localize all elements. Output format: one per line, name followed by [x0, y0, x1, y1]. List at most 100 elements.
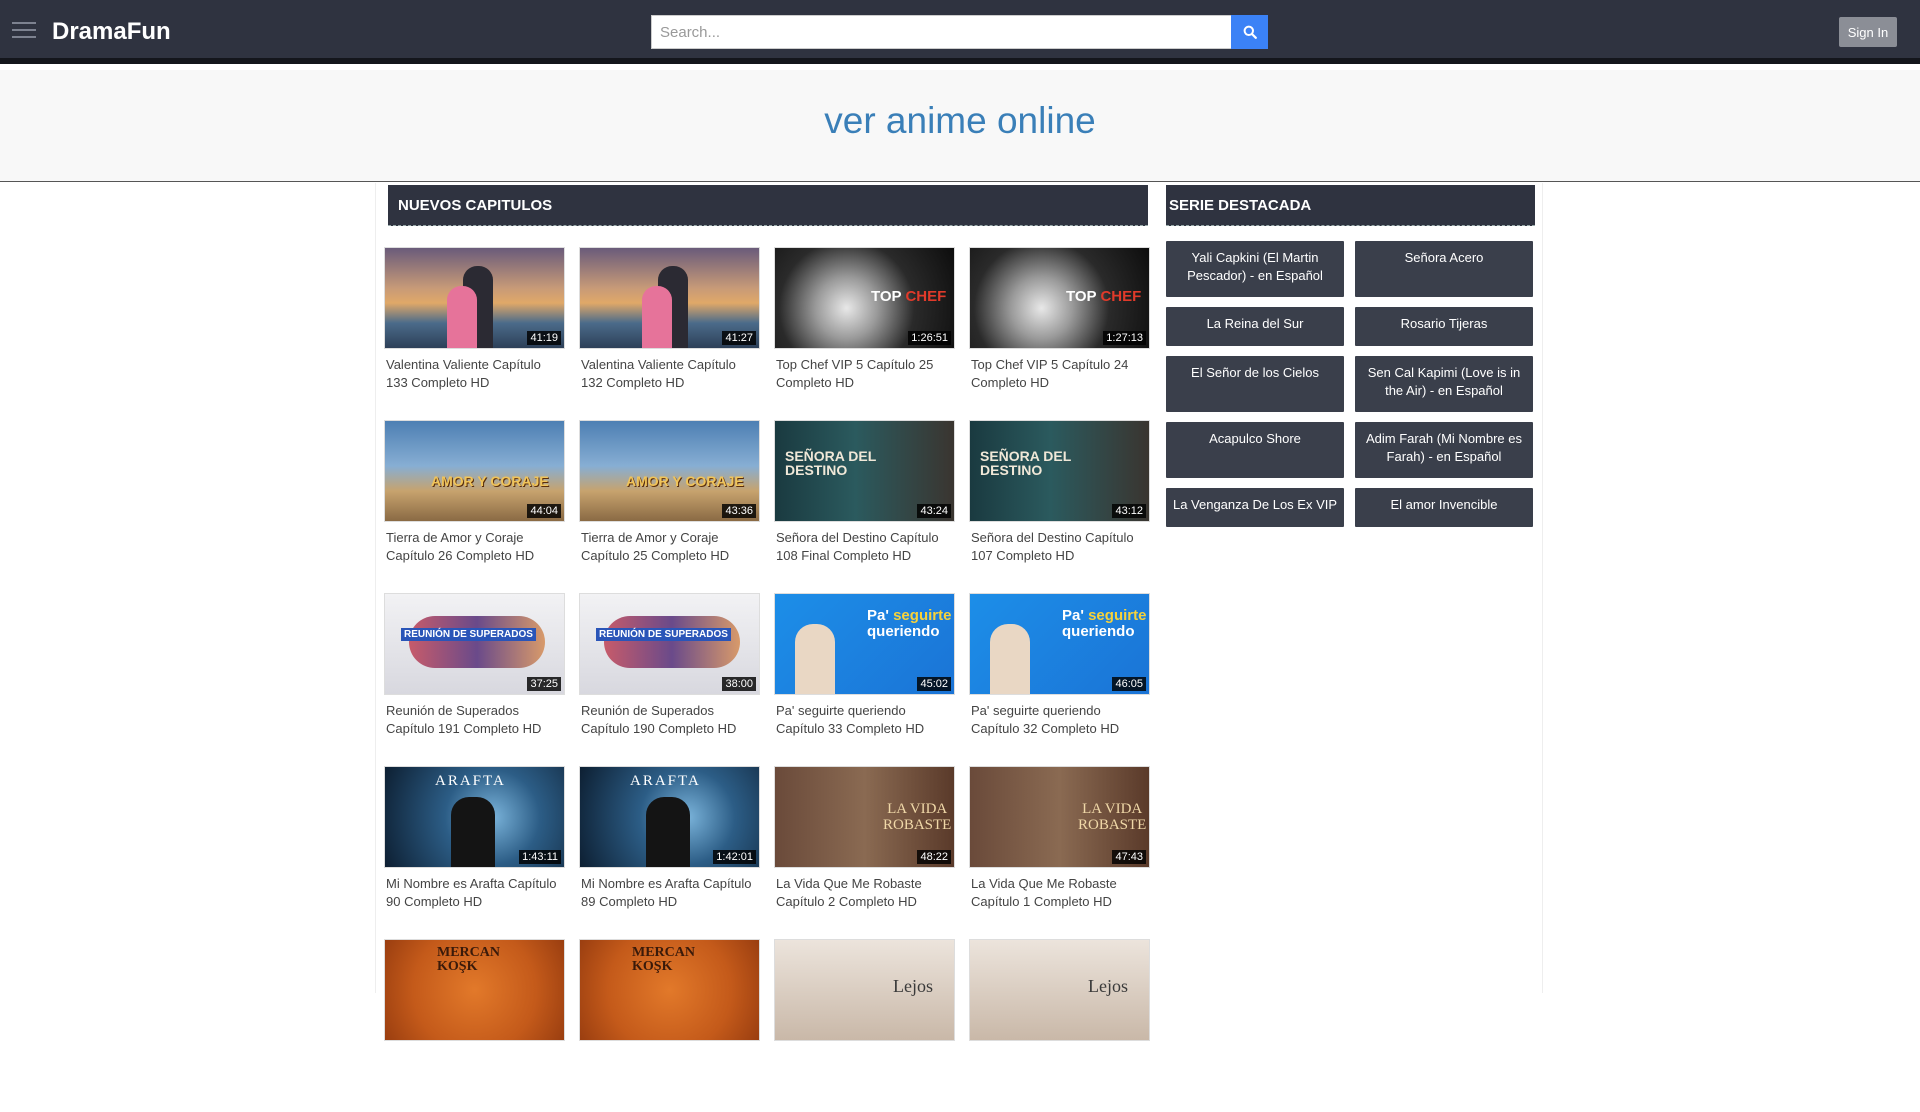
episode-thumbnail[interactable]: REUNIÓN DE SUPERADOS 38:00 [579, 593, 760, 695]
series-link[interactable]: Acapulco Shore [1166, 422, 1344, 478]
hero-banner: ver anime online [0, 70, 1920, 182]
episode-thumbnail[interactable]: MERCAN KOŞK [384, 939, 565, 1041]
episode-title[interactable]: Top Chef VIP 5 Capítulo 24 Completo HD [969, 356, 1147, 392]
episode-thumbnail[interactable]: Pa' seguirte queriendo 45:02 [774, 593, 955, 695]
episode-title[interactable]: Señora del Destino Capítulo 107 Completo… [969, 529, 1147, 565]
episode-card[interactable]: AMOR Y CORAJE 43:36 Tierra de Amor y Cor… [579, 420, 760, 593]
series-link[interactable]: La Reina del Sur [1166, 307, 1344, 346]
top-navbar: DramaFun Sign In [0, 0, 1920, 64]
episode-card[interactable]: SEÑORA DEL DESTINO 43:24 Señora del Desti… [774, 420, 955, 593]
episode-thumbnail[interactable]: Pa' seguirte queriendo 46:05 [969, 593, 1150, 695]
new-episodes-heading: NUEVOS CAPITULOS [388, 185, 1148, 226]
series-link[interactable]: El Señor de los Cielos [1166, 356, 1344, 412]
episode-title[interactable]: Tierra de Amor y Coraje Capítulo 25 Comp… [579, 529, 757, 565]
episode-card[interactable]: Pa' seguirte queriendo 45:02 Pa' seguirte… [774, 593, 955, 766]
episode-thumbnail[interactable]: SEÑORA DEL DESTINO 43:24 [774, 420, 955, 522]
episode-thumbnail[interactable]: 41:27 [579, 247, 760, 349]
duration-badge: 46:05 [1112, 677, 1146, 691]
series-link[interactable]: Adim Farah (Mi Nombre es Farah) - en Esp… [1355, 422, 1533, 478]
episode-thumbnail[interactable]: TOP CHEF 1:27:13 [969, 247, 1150, 349]
episode-title[interactable]: Tierra de Amor y Coraje Capítulo 26 Comp… [384, 529, 562, 565]
featured-sidebar: SERIE DESTACADA Yali Capkini (El Martin … [1153, 183, 1543, 993]
episode-title[interactable]: Señora del Destino Capítulo 108 Final Co… [774, 529, 952, 565]
sign-in-button[interactable]: Sign In [1839, 17, 1897, 47]
banner-title[interactable]: ver anime online [0, 100, 1920, 142]
episode-title[interactable]: Valentina Valiente Capítulo 133 Completo… [384, 356, 562, 392]
episode-thumbnail[interactable]: REUNIÓN DE SUPERADOS 37:25 [384, 593, 565, 695]
duration-badge: 47:43 [1112, 850, 1146, 864]
episode-card[interactable]: MERCAN KOŞK [384, 939, 565, 1112]
episode-card[interactable]: ARAFTA 1:42:01 Mi Nombre es Arafta Capít… [579, 766, 760, 939]
thumbnail-image: MERCAN KOŞK [580, 940, 759, 1040]
series-link[interactable]: La Venganza De Los Ex VIP [1166, 488, 1344, 527]
search-bar [651, 15, 1268, 49]
episode-title[interactable]: Reunión de Superados Capítulo 191 Comple… [384, 702, 562, 738]
search-button[interactable] [1231, 15, 1268, 49]
episode-thumbnail[interactable]: AMOR Y CORAJE 44:04 [384, 420, 565, 522]
duration-badge: 45:02 [917, 677, 951, 691]
duration-badge: 43:12 [1112, 504, 1146, 518]
thumbnail-logo-text: ARAFTA [435, 773, 506, 789]
thumbnail-logo-text: REUNIÓN DE SUPERADOS [401, 628, 536, 641]
episode-card[interactable]: LA VIDA ROBASTE 48:22 La Vida Que Me Roba… [774, 766, 955, 939]
episode-title[interactable]: Pa' seguirte queriendo Capítulo 32 Compl… [969, 702, 1147, 738]
episode-card[interactable]: TOP CHEF 1:26:51 Top Chef VIP 5 Capítulo… [774, 247, 955, 420]
episode-card[interactable]: REUNIÓN DE SUPERADOS 38:00 Reunión de Su… [579, 593, 760, 766]
series-link[interactable]: Señora Acero [1355, 241, 1533, 297]
episode-card[interactable]: 41:27 Valentina Valiente Capítulo 132 Co… [579, 247, 760, 420]
site-logo[interactable]: DramaFun [52, 18, 171, 46]
thumbnail-logo-text: REUNIÓN DE SUPERADOS [596, 628, 731, 641]
episode-thumbnail[interactable]: LA VIDA ROBASTE 48:22 [774, 766, 955, 868]
episode-thumbnail[interactable]: ARAFTA 1:42:01 [579, 766, 760, 868]
episode-thumbnail[interactable]: LA VIDA ROBASTE 47:43 [969, 766, 1150, 868]
episode-card[interactable]: SEÑORA DEL DESTINO 43:12 Señora del Desti… [969, 420, 1150, 593]
search-input[interactable] [651, 15, 1231, 49]
thumbnail-logo-text: LA VIDA [1082, 801, 1143, 817]
episode-title[interactable]: Reunión de Superados Capítulo 190 Comple… [579, 702, 757, 738]
thumbnail-image: MERCAN KOŞK [385, 940, 564, 1040]
episode-thumbnail[interactable]: TOP CHEF 1:26:51 [774, 247, 955, 349]
episode-card[interactable]: AMOR Y CORAJE 44:04 Tierra de Amor y Cor… [384, 420, 565, 593]
duration-badge: 37:25 [527, 677, 561, 691]
thumbnail-image: Lejos [775, 940, 954, 1040]
duration-badge: 44:04 [527, 504, 561, 518]
episode-card[interactable]: LA VIDA ROBASTE 47:43 La Vida Que Me Roba… [969, 766, 1150, 939]
episode-card[interactable]: Lejos [774, 939, 955, 1112]
episode-title[interactable]: Mi Nombre es Arafta Capítulo 89 Completo… [579, 875, 757, 911]
episode-card[interactable]: TOP CHEF 1:27:13 Top Chef VIP 5 Capítulo… [969, 247, 1150, 420]
episode-grid: 41:19 Valentina Valiente Capítulo 133 Co… [384, 247, 1164, 1112]
series-link[interactable]: El amor Invencible [1355, 488, 1533, 527]
series-link[interactable]: Rosario Tijeras [1355, 307, 1533, 346]
episode-title[interactable]: Top Chef VIP 5 Capítulo 25 Completo HD [774, 356, 952, 392]
thumbnail-logo-text: ROBASTE [1078, 817, 1147, 833]
duration-badge: 38:00 [722, 677, 756, 691]
episode-title[interactable]: La Vida Que Me Robaste Capítulo 1 Comple… [969, 875, 1147, 911]
duration-badge: 1:27:13 [1103, 331, 1146, 345]
episode-card[interactable]: 41:19 Valentina Valiente Capítulo 133 Co… [384, 247, 565, 420]
episode-title[interactable]: La Vida Que Me Robaste Capítulo 2 Comple… [774, 875, 952, 911]
series-link[interactable]: Yali Capkini (El Martin Pescador) - en E… [1166, 241, 1344, 297]
thumbnail-logo-text: Lejos [893, 976, 933, 996]
episode-thumbnail[interactable]: AMOR Y CORAJE 43:36 [579, 420, 760, 522]
thumbnail-logo-text: queriendo [867, 623, 940, 640]
menu-icon[interactable] [12, 22, 36, 40]
thumbnail-logo-text: LA VIDA [887, 801, 948, 817]
episode-thumbnail[interactable]: Lejos [774, 939, 955, 1041]
episode-card[interactable]: MERCAN KOŞK [579, 939, 760, 1112]
episode-card[interactable]: Pa' seguirte queriendo 46:05 Pa' seguirte… [969, 593, 1150, 766]
thumbnail-logo-text: TOP [1066, 288, 1097, 305]
episode-card[interactable]: ARAFTA 1:43:11 Mi Nombre es Arafta Capít… [384, 766, 565, 939]
episode-title[interactable]: Pa' seguirte queriendo Capítulo 33 Compl… [774, 702, 952, 738]
episode-thumbnail[interactable]: SEÑORA DEL DESTINO 43:12 [969, 420, 1150, 522]
episode-title[interactable]: Valentina Valiente Capítulo 132 Completo… [579, 356, 757, 392]
episode-thumbnail[interactable]: MERCAN KOŞK [579, 939, 760, 1041]
episode-card[interactable]: REUNIÓN DE SUPERADOS 37:25 Reunión de Su… [384, 593, 565, 766]
episode-thumbnail[interactable]: 41:19 [384, 247, 565, 349]
thumbnail-logo-text: MERCAN [437, 945, 500, 960]
thumbnail-logo-text: AMOR Y CORAJE [626, 473, 744, 489]
episode-thumbnail[interactable]: ARAFTA 1:43:11 [384, 766, 565, 868]
episode-thumbnail[interactable]: Lejos [969, 939, 1150, 1041]
episode-title[interactable]: Mi Nombre es Arafta Capítulo 90 Completo… [384, 875, 562, 911]
episode-card[interactable]: Lejos [969, 939, 1150, 1112]
series-link[interactable]: Sen Cal Kapimi (Love is in the Air) - en… [1355, 356, 1533, 412]
